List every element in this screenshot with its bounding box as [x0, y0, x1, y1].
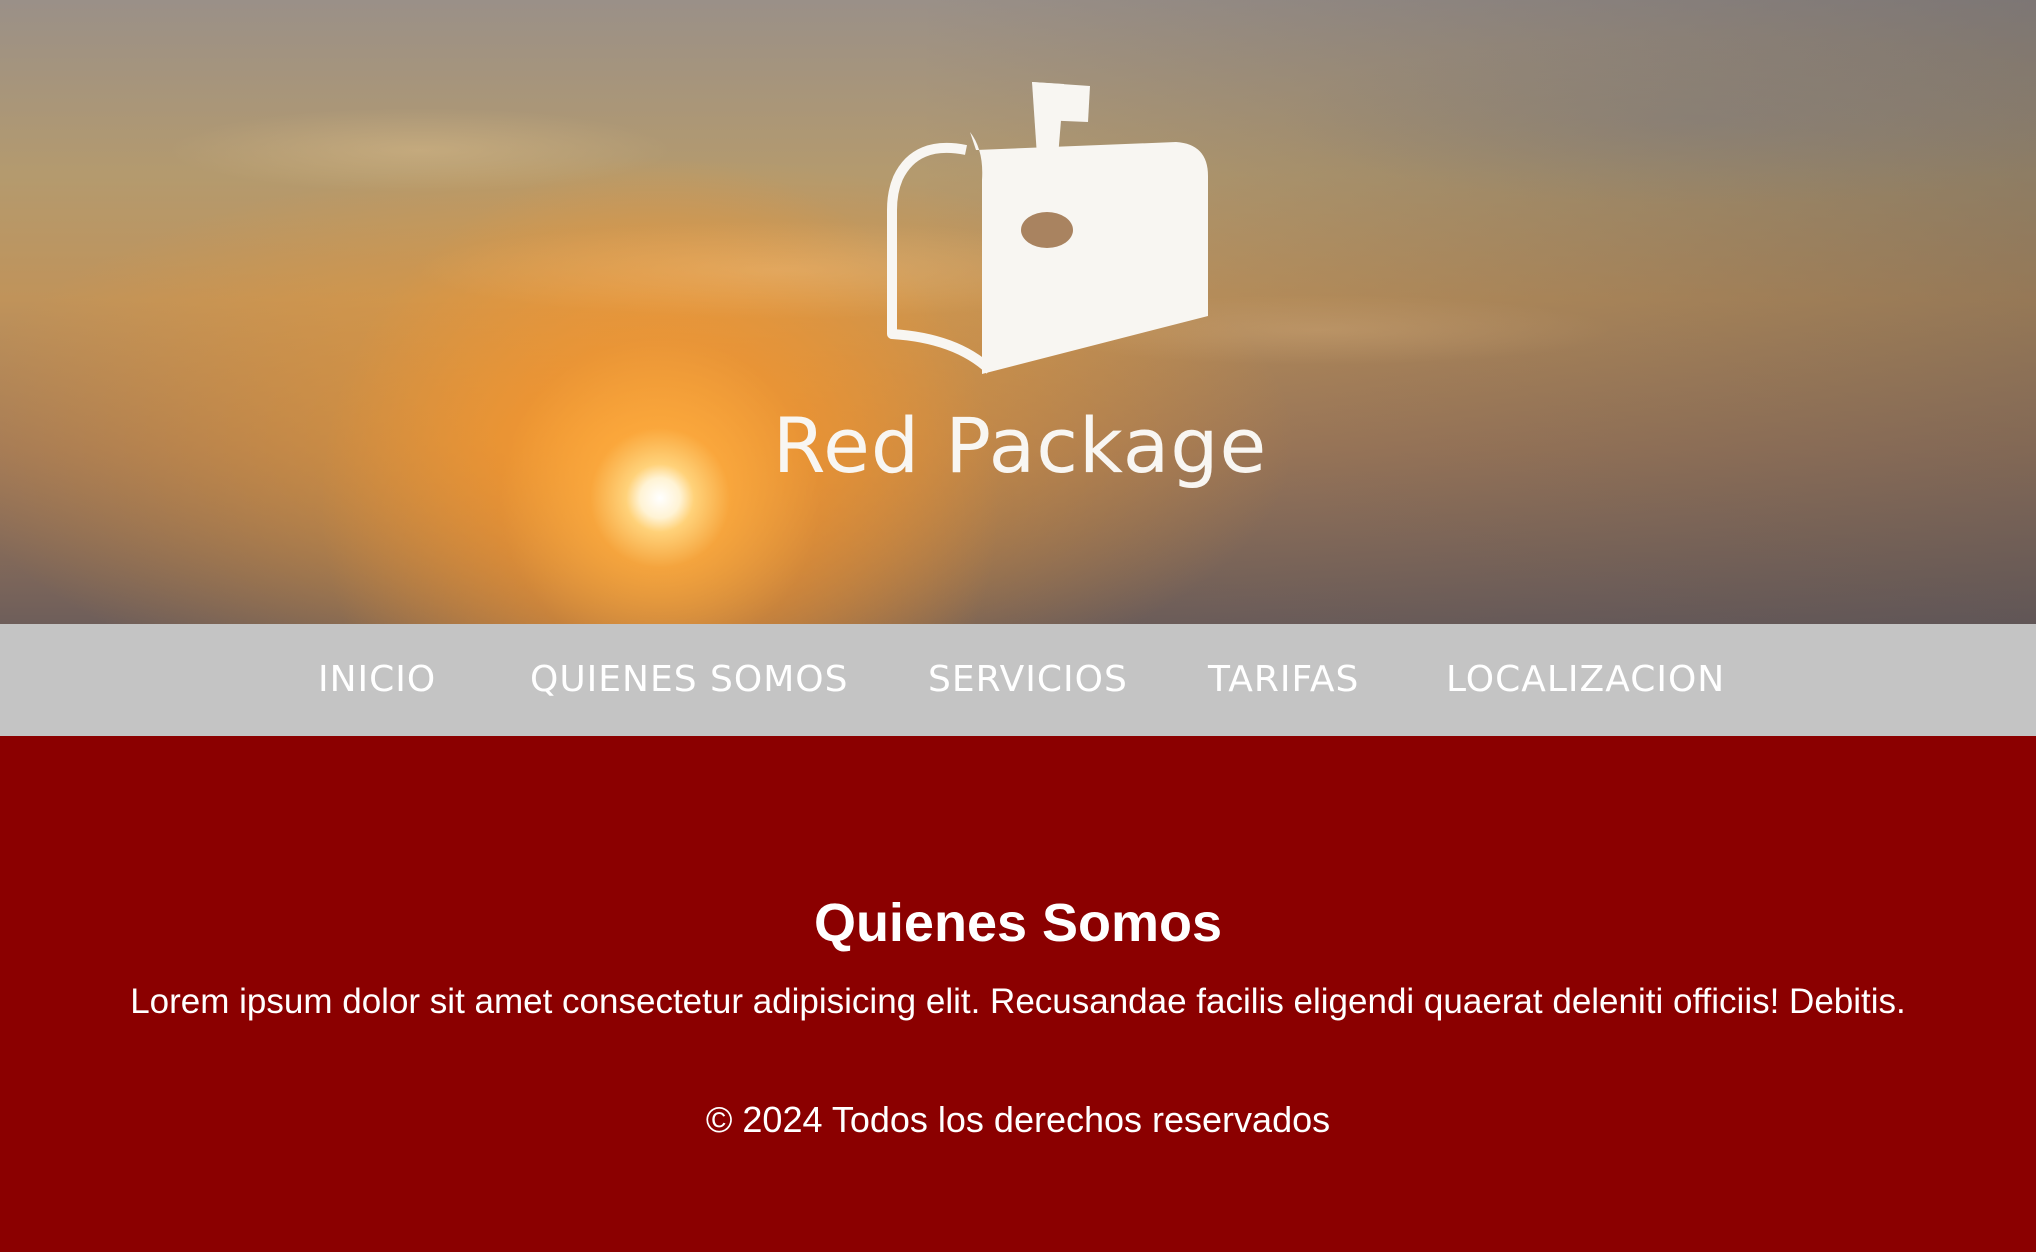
- main-content: Quienes Somos Lorem ipsum dolor sit amet…: [0, 736, 2036, 1252]
- section-description: Lorem ipsum dolor sit amet consectetur a…: [130, 982, 1906, 1021]
- nav-item-localizacion[interactable]: LOCALIZACION: [1446, 658, 1725, 701]
- nav-item-tarifas[interactable]: TARIFAS: [1208, 658, 1359, 701]
- footer-copyright: © 2024 Todos los derechos reservados: [705, 1099, 1331, 1140]
- nav-item-inicio[interactable]: INICIO: [318, 658, 436, 701]
- nav-item-servicios[interactable]: SERVICIOS: [928, 658, 1128, 701]
- section-title: Quienes Somos: [813, 893, 1223, 953]
- hero-banner: Red Package: [0, 0, 2036, 624]
- brand-name: Red Package: [772, 401, 1268, 490]
- mailbox-icon: [887, 82, 1208, 374]
- main-nav: INICIO QUIENES SOMOS SERVICIOS TARIFAS L…: [0, 624, 2036, 736]
- nav-item-quienes-somos[interactable]: QUIENES SOMOS: [530, 658, 848, 701]
